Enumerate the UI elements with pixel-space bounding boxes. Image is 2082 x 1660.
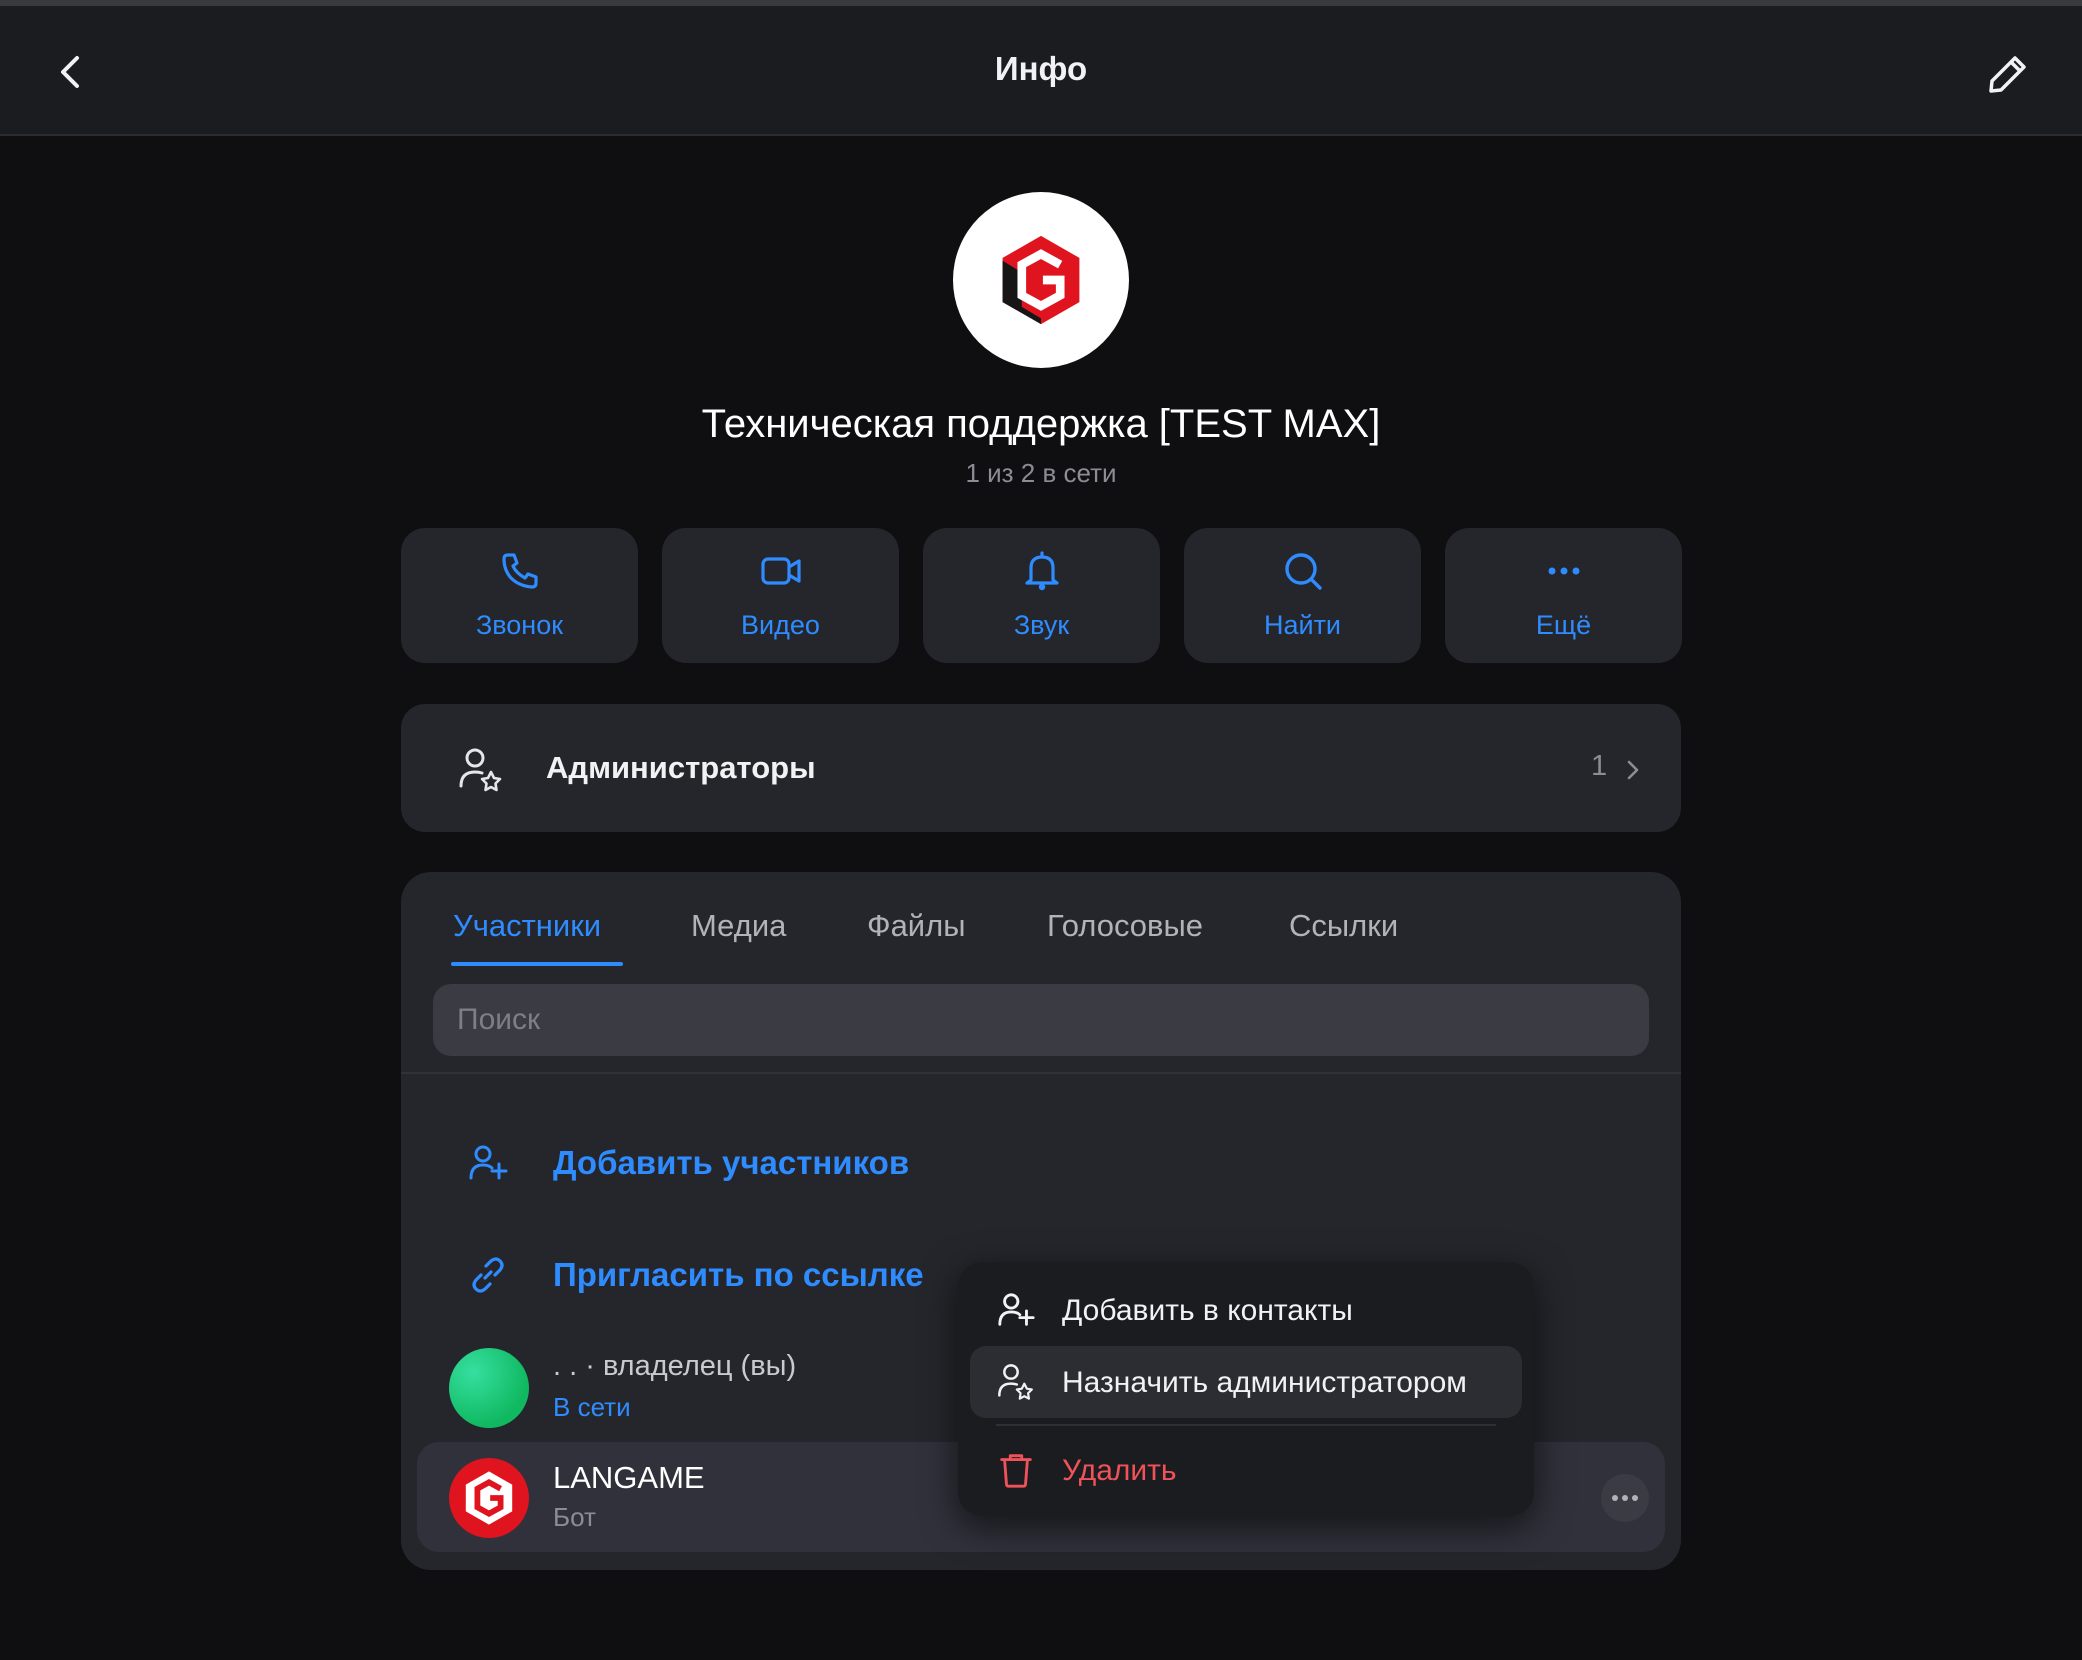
make-admin-item[interactable]: Назначить администратором <box>970 1346 1522 1418</box>
tab-members[interactable]: Участники <box>453 908 601 944</box>
add-members-button[interactable]: Добавить участников <box>401 1118 1681 1208</box>
group-online-status: 1 из 2 в сети <box>965 458 1117 488</box>
pencil-icon <box>1989 56 2026 93</box>
video-button[interactable]: Видео <box>662 528 899 663</box>
search-icon <box>1285 553 1322 590</box>
tab-voice[interactable]: Голосовые <box>1047 908 1203 944</box>
header-bar: Инфо <box>0 6 2082 136</box>
link-icon <box>472 1257 504 1293</box>
admin-user-star-icon <box>459 748 502 792</box>
invite-link-label: Пригласить по ссылке <box>553 1256 924 1293</box>
langame-logo-icon <box>1002 235 1080 325</box>
add-members-label: Добавить участников <box>553 1144 910 1181</box>
owner-avatar <box>449 1348 529 1428</box>
tab-files[interactable]: Файлы <box>867 908 966 944</box>
find-button[interactable]: Найти <box>1184 528 1421 663</box>
bell-icon <box>1025 551 1059 591</box>
langame-avatar <box>449 1458 529 1538</box>
sound-label: Звук <box>1013 610 1070 640</box>
member-more-button[interactable] <box>1601 1474 1649 1522</box>
video-icon <box>761 557 801 585</box>
member-name: LANGAME <box>553 1460 705 1495</box>
video-label: Видео <box>741 610 820 640</box>
panel-divider <box>401 1072 1681 1074</box>
tab-media[interactable]: Медиа <box>691 908 786 944</box>
group-avatar[interactable] <box>953 192 1129 368</box>
quick-actions: Звонок Видео Звук Найти Ещё <box>401 528 1682 663</box>
member-status: В сети <box>553 1392 631 1422</box>
phone-icon <box>502 553 538 589</box>
add-to-contacts-label: Добавить в контакты <box>1062 1294 1353 1327</box>
langame-logo-icon <box>465 1471 513 1525</box>
page-title: Инфо <box>994 50 1088 87</box>
administrators-label: Администраторы <box>546 750 816 785</box>
member-name: . . · владелец (вы) <box>553 1350 797 1382</box>
member-status: Бот <box>553 1502 596 1532</box>
chevron-right-icon <box>1627 760 1639 780</box>
add-user-icon <box>469 1145 508 1180</box>
make-admin-label: Назначить администратором <box>1062 1366 1467 1399</box>
call-button[interactable]: Звонок <box>401 528 638 663</box>
more-label: Ещё <box>1535 610 1592 640</box>
admin-user-star-icon <box>998 1364 1033 1400</box>
members-search-input[interactable] <box>433 984 1649 1056</box>
group-name: Техническая поддержка [TEST MAX] <box>701 402 1381 446</box>
delete-member-item[interactable]: Удалить <box>970 1434 1522 1506</box>
delete-member-label: Удалить <box>1062 1454 1177 1487</box>
tab-links[interactable]: Ссылки <box>1289 908 1398 944</box>
call-label: Звонок <box>475 610 564 640</box>
add-user-icon <box>998 1293 1035 1326</box>
trash-icon <box>1000 1454 1032 1488</box>
menu-divider <box>996 1424 1496 1426</box>
more-icon <box>1548 567 1580 575</box>
member-context-menu: Добавить в контакты Назначить администра… <box>958 1262 1534 1516</box>
sound-button[interactable]: Звук <box>923 528 1160 663</box>
active-tab-indicator <box>451 962 623 966</box>
more-horizontal-icon <box>1612 1495 1638 1501</box>
find-label: Найти <box>1263 610 1342 640</box>
more-button[interactable]: Ещё <box>1445 528 1682 663</box>
administrators-row[interactable]: Администраторы 1 <box>401 704 1681 832</box>
administrators-count: 1 <box>1591 750 1608 782</box>
edit-button[interactable] <box>1986 52 2030 96</box>
add-to-contacts-item[interactable]: Добавить в контакты <box>970 1274 1522 1346</box>
